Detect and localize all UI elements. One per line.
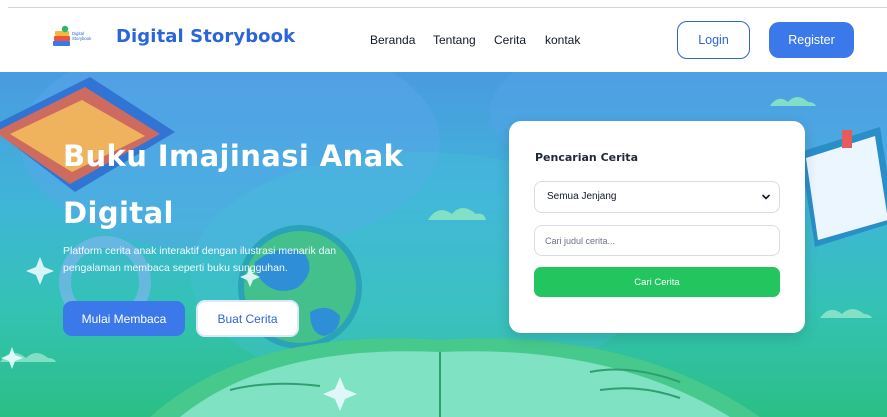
nav-beranda[interactable]: Beranda [370, 33, 415, 47]
search-story-button[interactable]: Cari Cerita [534, 267, 780, 297]
logo-text-2: Storybook [72, 36, 92, 41]
level-select[interactable]: Semua Jenjang [534, 181, 780, 213]
start-reading-button[interactable]: Mulai Membaca [63, 301, 185, 336]
search-title: Pencarian Cerita [535, 151, 638, 164]
hero-title-line2: Digital [63, 196, 174, 230]
nav-kontak[interactable]: kontak [545, 33, 580, 47]
nav-tentang[interactable]: Tentang [433, 33, 476, 47]
book-stack-icon [53, 25, 70, 46]
level-select-value: Semua Jenjang [547, 191, 617, 202]
create-story-button[interactable]: Buat Cerita [196, 300, 299, 337]
logo[interactable]: Digital Storybook [53, 25, 95, 47]
hero-title: Buku Imajinasi Anak Digital [63, 128, 463, 242]
story-search-input[interactable]: Cari judul cerita... [534, 225, 780, 256]
search-placeholder: Cari judul cerita... [545, 236, 616, 246]
open-book-illustration [150, 338, 760, 417]
brand-title[interactable]: Digital Storybook [116, 26, 295, 47]
nav-cerita[interactable]: Cerita [494, 33, 526, 47]
search-card: Pencarian Cerita Semua Jenjang Cari judu… [509, 121, 805, 333]
hero-title-line1: Buku Imajinasi Anak [63, 139, 404, 173]
login-button[interactable]: Login [677, 21, 750, 59]
hero-description: Platform cerita anak interaktif dengan i… [63, 245, 337, 274]
register-button[interactable]: Register [769, 22, 854, 58]
chevron-down-icon [762, 194, 770, 200]
